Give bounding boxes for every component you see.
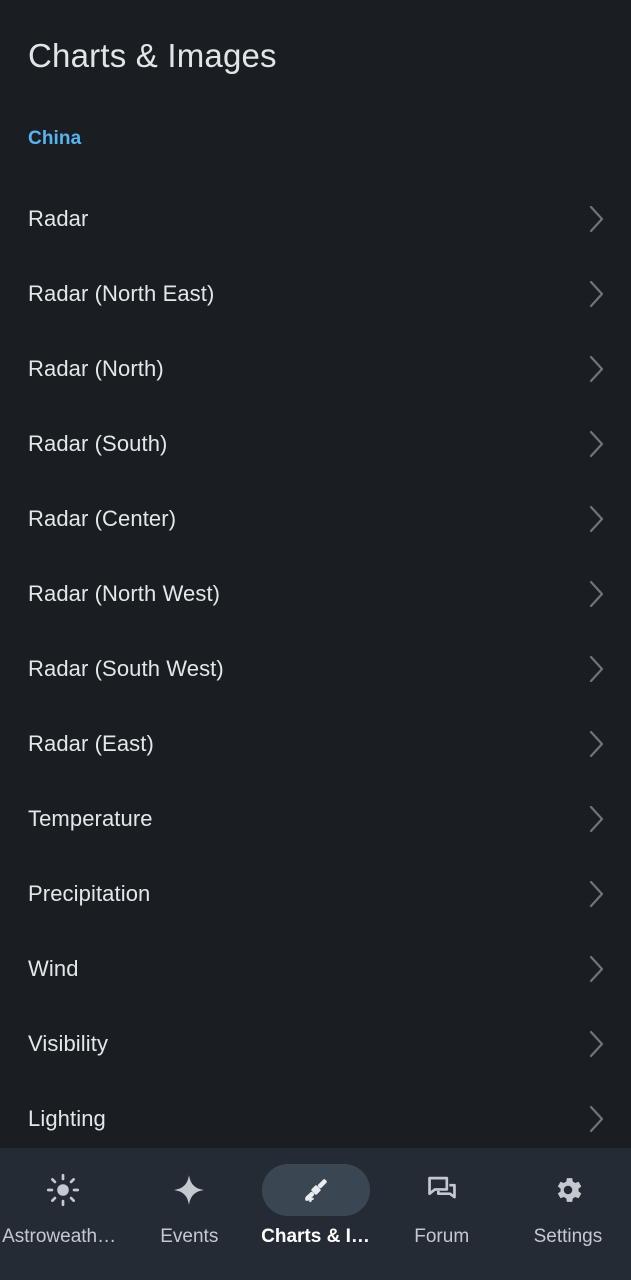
nav-item-label: Charts & I…: [261, 1226, 370, 1247]
list-item[interactable]: Precipitation: [0, 856, 631, 931]
list-item[interactable]: Temperature: [0, 781, 631, 856]
list-item[interactable]: Radar (North East): [0, 256, 631, 331]
chevron-right-icon[interactable]: [587, 503, 607, 535]
bottom-navigation-bar: Astroweath… Events Charts & I… Forum Setting…: [0, 1148, 631, 1280]
list-item[interactable]: Radar (East): [0, 706, 631, 781]
list-item-label: Visibility: [28, 1030, 109, 1056]
list-item[interactable]: Radar (South West): [0, 631, 631, 706]
gear-icon[interactable]: [514, 1164, 622, 1216]
list-item-label: Temperature: [28, 805, 153, 831]
sun-icon[interactable]: [9, 1164, 117, 1216]
chevron-right-icon[interactable]: [587, 278, 607, 310]
nav-item-label: Settings: [533, 1226, 603, 1247]
satellite-icon[interactable]: [261, 1164, 370, 1216]
chevron-right-icon[interactable]: [587, 953, 607, 985]
charts-list: Radar Radar (North East) Radar (North) Rada…: [0, 181, 631, 1148]
list-item[interactable]: Wind: [0, 931, 631, 1006]
list-item-label: Radar (South): [28, 430, 168, 456]
charts-list-scroll-area[interactable]: China Radar Radar (North East) Radar (Nort…: [0, 74, 631, 1148]
nav-item-astroweath[interactable]: Astroweath…: [0, 1164, 126, 1248]
list-item-label: Wind: [28, 955, 79, 981]
nav-item-events[interactable]: Events: [126, 1164, 252, 1248]
chevron-right-icon[interactable]: [587, 653, 607, 685]
chat-bubbles-icon[interactable]: [388, 1164, 496, 1216]
list-item-label: Radar (North East): [28, 280, 215, 306]
list-item-label: Radar (East): [28, 730, 154, 756]
chevron-right-icon[interactable]: [587, 578, 607, 610]
chevron-right-icon[interactable]: [587, 878, 607, 910]
list-item[interactable]: Radar: [0, 181, 631, 256]
nav-item-charts-i[interactable]: Charts & I…: [252, 1164, 378, 1248]
list-item[interactable]: Visibility: [0, 1006, 631, 1081]
nav-item-label: Events: [160, 1226, 219, 1247]
section-header-china: China: [28, 128, 82, 150]
list-item-label: Radar (North West): [28, 580, 221, 606]
list-item-label: Radar (South West): [28, 655, 224, 681]
list-item[interactable]: Radar (North West): [0, 556, 631, 631]
app-root: Charts & Images China Radar Radar (North …: [0, 0, 631, 1280]
sparkle-icon[interactable]: [135, 1164, 243, 1216]
list-item[interactable]: Radar (Center): [0, 481, 631, 556]
list-item-label: Radar (Center): [28, 505, 177, 531]
nav-item-settings[interactable]: Settings: [505, 1164, 631, 1248]
chevron-right-icon[interactable]: [587, 803, 607, 835]
list-item[interactable]: Lighting: [0, 1081, 631, 1148]
nav-item-label: Astroweath…: [2, 1226, 117, 1247]
chevron-right-icon[interactable]: [587, 203, 607, 235]
chevron-right-icon[interactable]: [587, 1028, 607, 1060]
page-title: Charts & Images: [28, 37, 277, 74]
chevron-right-icon[interactable]: [587, 1103, 607, 1135]
chevron-right-icon[interactable]: [587, 353, 607, 385]
nav-item-label: Forum: [414, 1226, 470, 1247]
chevron-right-icon[interactable]: [587, 428, 607, 460]
list-item-label: Precipitation: [28, 880, 151, 906]
list-item-label: Radar: [28, 205, 89, 231]
list-item-label: Lighting: [28, 1105, 106, 1131]
nav-item-forum[interactable]: Forum: [379, 1164, 505, 1248]
list-item[interactable]: Radar (South): [0, 406, 631, 481]
list-item-label: Radar (North): [28, 355, 164, 381]
list-item[interactable]: Radar (North): [0, 331, 631, 406]
chevron-right-icon[interactable]: [587, 728, 607, 760]
